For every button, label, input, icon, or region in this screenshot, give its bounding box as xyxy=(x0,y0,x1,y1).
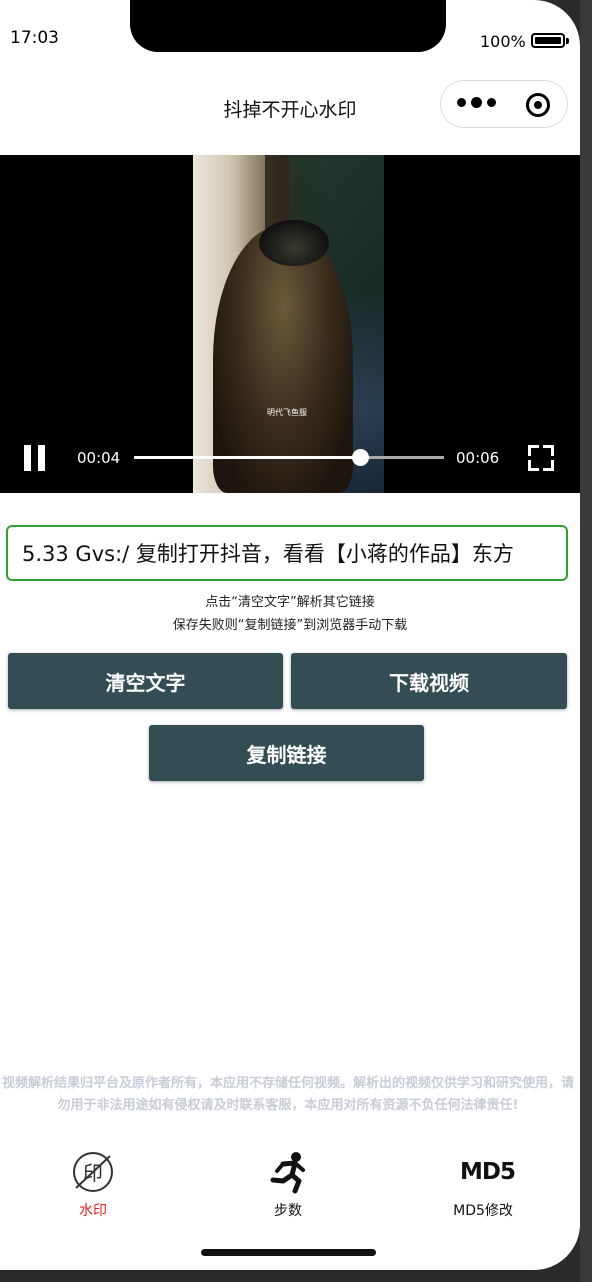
status-time: 17:03 xyxy=(10,28,59,48)
close-target-icon[interactable] xyxy=(526,93,550,117)
more-icon[interactable] xyxy=(457,97,496,108)
tab-label: MD5修改 xyxy=(453,1203,513,1219)
battery-icon xyxy=(531,33,569,48)
fullscreen-icon[interactable] xyxy=(528,445,554,471)
link-input[interactable] xyxy=(6,525,568,581)
tab-watermark[interactable]: 印 水印 xyxy=(33,1150,153,1220)
running-icon xyxy=(265,1150,311,1194)
tab-bar: 印 水印 步数 MD5 MD5修改 xyxy=(0,1150,580,1230)
tab-steps[interactable]: 步数 xyxy=(228,1150,348,1220)
notch xyxy=(130,0,446,52)
hint-clear: 点击“清空文字”解析其它链接 xyxy=(205,595,375,610)
copy-link-button[interactable]: 复制链接 xyxy=(149,725,424,781)
video-frame: 明代飞鱼服 xyxy=(193,155,384,493)
clear-text-button[interactable]: 清空文字 xyxy=(8,653,283,709)
home-indicator xyxy=(201,1249,376,1256)
video-subtitle: 明代飞鱼服 xyxy=(267,408,307,417)
md5-icon: MD5 xyxy=(460,1159,516,1185)
disclaimer-text: 视频解析结果归平台及原作者所有，本应用不存储任何视频。解析出的视频仅供学习和研究… xyxy=(1,1076,574,1113)
pause-icon[interactable] xyxy=(24,445,46,471)
tab-md5[interactable]: MD5 MD5修改 xyxy=(423,1150,543,1220)
watermark-seal-icon: 印 xyxy=(70,1150,116,1194)
miniprogram-capsule xyxy=(440,80,568,128)
download-video-button[interactable]: 下载视频 xyxy=(291,653,567,709)
tab-label: 水印 xyxy=(79,1203,107,1219)
tab-label: 步数 xyxy=(274,1203,302,1219)
hint-copy: 保存失败则“复制链接”到浏览器手动下载 xyxy=(172,618,408,633)
total-time: 00:06 xyxy=(456,449,500,467)
current-time: 00:04 xyxy=(77,449,121,467)
video-player[interactable]: 明代飞鱼服 00:04 00:06 xyxy=(0,155,580,493)
progress-track[interactable] xyxy=(134,449,444,466)
device-edge xyxy=(580,0,592,1282)
progress-played xyxy=(134,456,361,459)
phone-screen: 17:03 100% 抖掉不开心水印 明代飞鱼服 00:04 00:06 点击“… xyxy=(0,0,580,1270)
battery-percentage: 100% xyxy=(480,32,526,51)
